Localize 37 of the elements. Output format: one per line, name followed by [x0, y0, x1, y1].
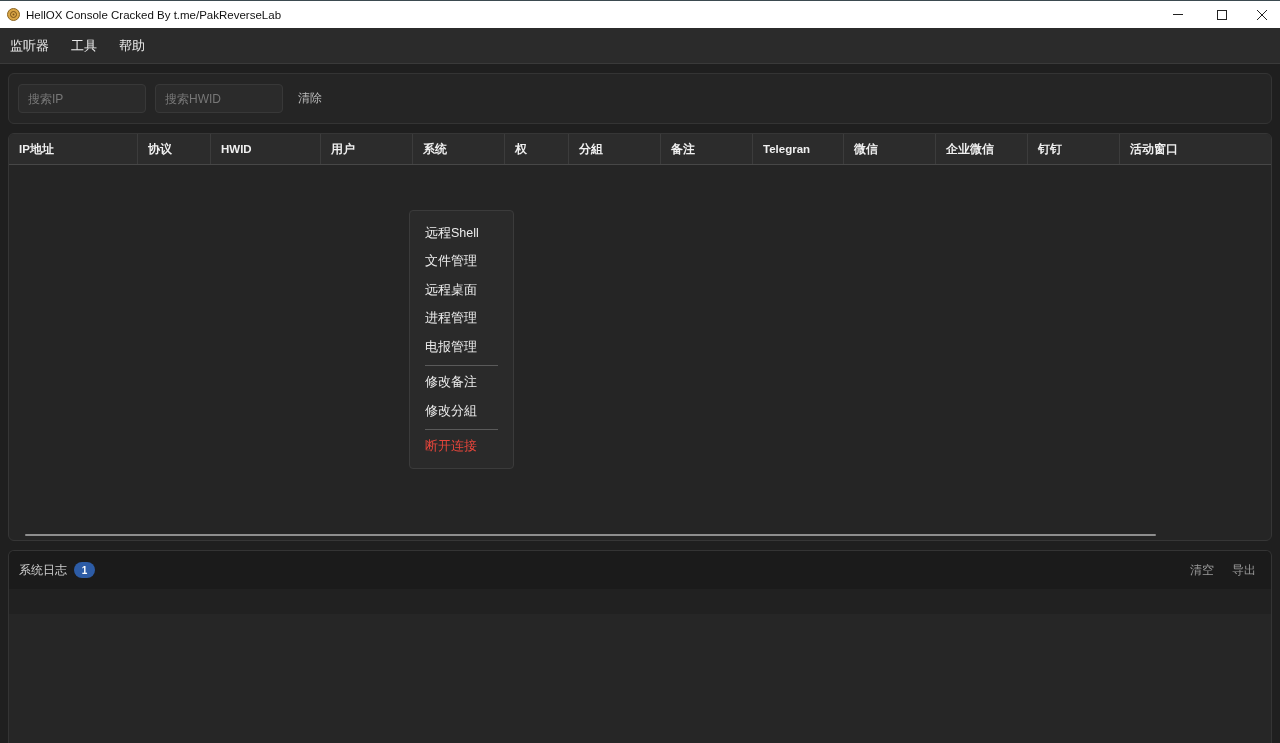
search-field[interactable]: 搜索IP — [18, 84, 146, 113]
menu-item[interactable]: 帮助 — [108, 31, 156, 60]
column-header: 用户 — [321, 134, 413, 164]
menu-item[interactable]: 修改备注 — [410, 368, 513, 397]
menu-item[interactable]: 电报管理 — [410, 333, 513, 362]
log-action-button[interactable]: 清空 — [1190, 562, 1214, 578]
menu-item[interactable]: 监听器 — [0, 31, 60, 60]
app-logo-icon — [7, 8, 20, 21]
count-badge: 1 — [74, 562, 95, 578]
menu-item[interactable]: 进程管理 — [410, 304, 513, 333]
menu-item[interactable]: 文件管理 — [410, 247, 513, 276]
close-icon — [1257, 9, 1267, 20]
search-field[interactable]: 搜索HWID — [155, 84, 283, 113]
column-header: 分組 — [569, 134, 661, 164]
horizontal-scrollbar[interactable] — [25, 534, 1156, 536]
column-header: HWID — [211, 134, 321, 164]
minimize-icon — [1173, 14, 1183, 15]
column-header: 协议 — [138, 134, 211, 164]
column-header: 系统 — [413, 134, 505, 164]
column-header: 企业微信 — [936, 134, 1028, 164]
menu-item[interactable]: 远程桌面 — [410, 276, 513, 305]
menu-item[interactable]: 修改分組 — [410, 397, 513, 426]
log-title: 系统日志 — [19, 562, 67, 578]
column-header: 权 — [505, 134, 569, 164]
clear-button[interactable]: 清除 — [292, 86, 328, 111]
column-header: 活动窗口 — [1129, 141, 1179, 157]
column-header: Telegran — [753, 134, 844, 164]
disconnect-menu-item[interactable]: 断开连接 — [410, 432, 513, 461]
column-header: 备注 — [661, 134, 753, 164]
window-title: HellOX Console Cracked By t.me/PakReverseLab — [26, 8, 282, 21]
menu-item[interactable]: 工具 — [60, 31, 108, 60]
maximize-icon — [1217, 9, 1227, 20]
column-header: 微信 — [844, 134, 936, 164]
log-action-button[interactable]: 导出 — [1232, 562, 1256, 578]
column-header: IP地址 — [9, 134, 138, 164]
column-header: 钉钉 — [1028, 134, 1120, 164]
menu-item[interactable]: 远程Shell — [410, 219, 513, 248]
